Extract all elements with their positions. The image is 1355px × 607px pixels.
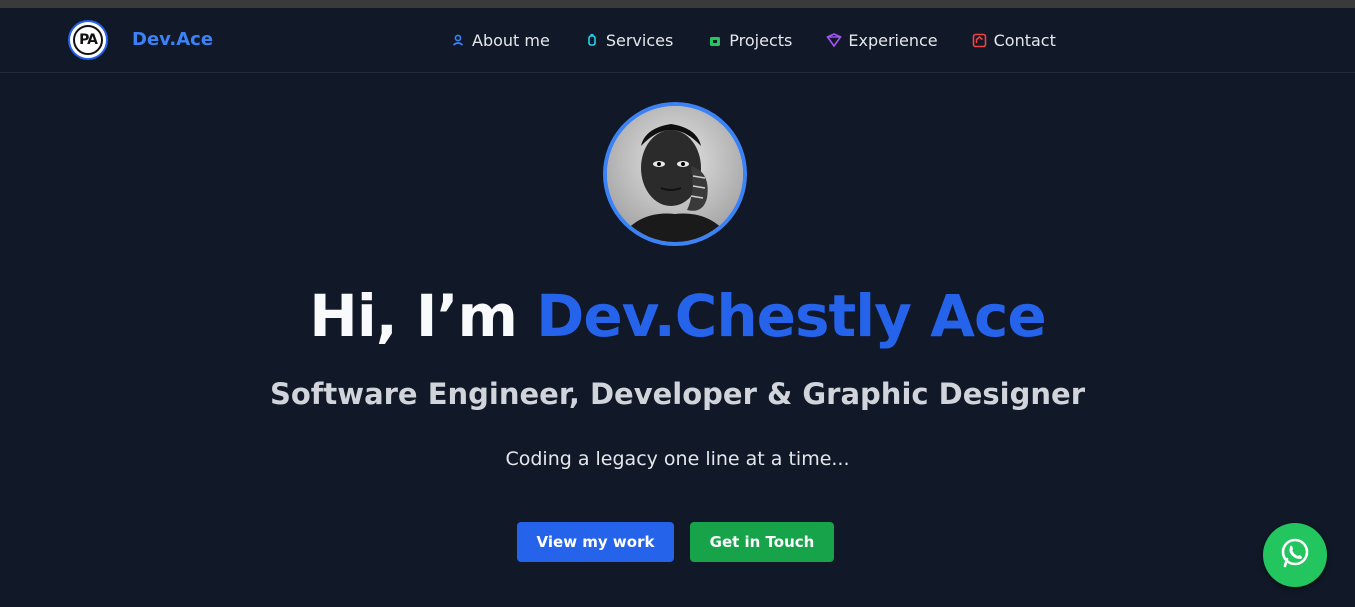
nav-item-label: Experience	[848, 30, 938, 50]
box-icon	[707, 32, 723, 48]
nav-item-label: Projects	[729, 30, 793, 50]
hero-name: Dev.Chestly Ace	[536, 282, 1047, 350]
diamond-icon	[826, 32, 843, 48]
profile-avatar	[603, 102, 747, 246]
nav-item-label: About me	[472, 30, 550, 50]
hero-subtitle: Software Engineer, Developer & Graphic D…	[269, 377, 1086, 411]
logo[interactable]: PA	[68, 20, 108, 60]
view-my-work-button[interactable]: View my work	[517, 522, 674, 562]
nav-item-contact[interactable]: Contact	[972, 31, 1056, 50]
hero-greeting: Hi, I’m	[309, 282, 537, 350]
nav-item-projects[interactable]: Projects	[707, 31, 792, 50]
navbar: PA Dev.Ace About me Services Projects Ex	[0, 8, 1355, 73]
nav-item-experience[interactable]: Experience	[826, 30, 938, 50]
whatsapp-icon	[1278, 536, 1312, 574]
nav-links: About me Services Projects Experience Co…	[450, 28, 1056, 52]
whatsapp-button[interactable]	[1263, 523, 1327, 587]
brand-name[interactable]: Dev.Ace	[132, 29, 213, 50]
nav-item-label: Services	[605, 30, 674, 50]
user-icon	[450, 32, 466, 48]
hero-title: Hi, I’m Dev.Chestly Ace	[0, 282, 1355, 350]
browser-top-strip	[0, 0, 1355, 8]
get-in-touch-button[interactable]: Get in Touch	[690, 522, 834, 562]
nav-item-label: Contact	[993, 30, 1056, 50]
hero-tagline: Coding a legacy one line at a time...	[505, 448, 850, 470]
bottle-icon	[584, 32, 600, 48]
logo-ring	[73, 25, 103, 55]
contact-icon	[972, 32, 988, 48]
nav-item-about[interactable]: About me	[450, 31, 550, 50]
nav-item-services[interactable]: Services	[584, 31, 673, 50]
